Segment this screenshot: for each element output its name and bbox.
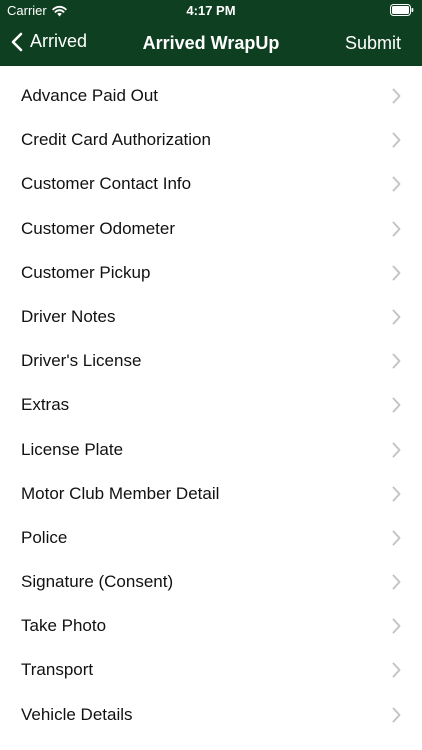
- menu-item-label: Credit Card Authorization: [21, 130, 211, 150]
- menu-item-vehicle-details[interactable]: Vehicle Details: [0, 693, 422, 737]
- header: Carrier 4:17 PM Arrived Arrived WrapUp S…: [0, 0, 422, 66]
- chevron-right-icon: [392, 486, 401, 502]
- chevron-right-icon: [392, 176, 401, 192]
- menu-item-signature-consent[interactable]: Signature (Consent): [0, 560, 422, 604]
- menu-item-license-plate[interactable]: License Plate: [0, 428, 422, 472]
- menu-item-customer-pickup[interactable]: Customer Pickup: [0, 251, 422, 295]
- chevron-right-icon: [392, 442, 401, 457]
- chevron-right-icon: [392, 88, 401, 104]
- menu-item-credit-card-authorization[interactable]: Credit Card Authorization: [0, 118, 422, 162]
- menu-item-label: Motor Club Member Detail: [21, 483, 220, 503]
- menu-item-customer-contact-info[interactable]: Customer Contact Info: [0, 162, 422, 206]
- menu-item-police[interactable]: Police: [0, 516, 422, 560]
- chevron-right-icon: [392, 662, 401, 678]
- menu-item-driver-notes[interactable]: Driver Notes: [0, 295, 422, 339]
- menu-item-label: Transport: [21, 660, 94, 680]
- menu-item-label: Customer Contact Info: [21, 174, 192, 194]
- menu-item-customer-odometer[interactable]: Customer Odometer: [0, 207, 422, 251]
- menu-item-transport[interactable]: Transport: [0, 648, 422, 692]
- menu-item-take-photo[interactable]: Take Photo: [0, 604, 422, 648]
- menu-item-label: Driver's License: [21, 351, 142, 371]
- wrapup-menu-list: Advance Paid Out Credit Card Authorizati…: [0, 74, 422, 737]
- chevron-right-icon: [392, 265, 401, 281]
- menu-item-label: Signature (Consent): [21, 572, 174, 592]
- menu-item-motor-club-member-detail[interactable]: Motor Club Member Detail: [0, 472, 422, 516]
- status-bar: Carrier 4:17 PM: [0, 0, 422, 22]
- navigation-bar: Arrived Arrived WrapUp Submit: [0, 24, 422, 64]
- chevron-right-icon: [392, 353, 401, 369]
- chevron-right-icon: [392, 574, 401, 590]
- submit-button[interactable]: Submit: [345, 33, 401, 54]
- chevron-right-icon: [392, 530, 401, 546]
- chevron-right-icon: [392, 707, 401, 723]
- menu-item-label: Take Photo: [21, 616, 107, 636]
- chevron-right-icon: [392, 618, 401, 634]
- menu-item-extras[interactable]: Extras: [0, 383, 422, 427]
- battery-icon: [390, 4, 414, 16]
- menu-item-drivers-license[interactable]: Driver's License: [0, 339, 422, 383]
- menu-item-advance-paid-out[interactable]: Advance Paid Out: [0, 74, 422, 118]
- menu-item-label: Driver Notes: [21, 306, 116, 326]
- menu-item-label: Customer Odometer: [21, 218, 175, 238]
- menu-item-label: Police: [21, 527, 68, 547]
- chevron-right-icon: [392, 397, 401, 413]
- menu-item-label: Extras: [21, 395, 70, 415]
- chevron-right-icon: [392, 309, 401, 325]
- menu-item-label: License Plate: [21, 439, 124, 459]
- menu-item-label: Customer Pickup: [21, 262, 151, 282]
- chevron-right-icon: [392, 221, 401, 237]
- menu-item-label: Advance Paid Out: [21, 86, 159, 105]
- menu-item-label: Vehicle Details: [21, 704, 133, 724]
- clock: 4:17 PM: [186, 3, 236, 18]
- chevron-right-icon: [392, 132, 401, 148]
